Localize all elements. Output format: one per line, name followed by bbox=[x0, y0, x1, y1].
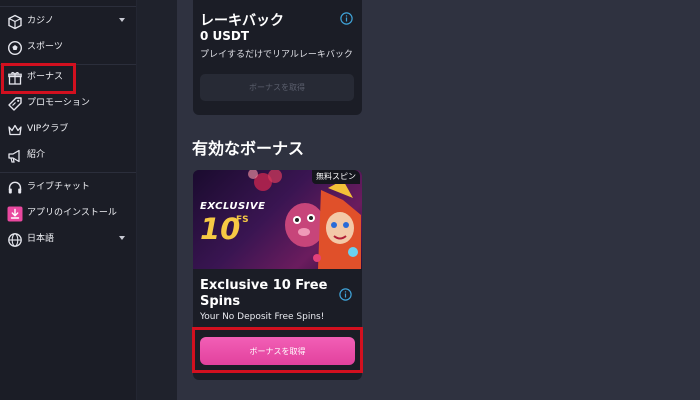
scroll-gutter bbox=[137, 0, 177, 400]
banner-exclusive-text: EXCLUSIVE bbox=[200, 201, 266, 212]
megaphone-icon bbox=[7, 148, 23, 164]
info-icon[interactable] bbox=[339, 288, 352, 301]
tag-icon bbox=[7, 96, 23, 112]
soccer-ball-icon bbox=[7, 40, 23, 56]
sidebar-item-label: アプリのインストール bbox=[27, 208, 117, 218]
download-icon bbox=[7, 206, 23, 222]
casino-icon bbox=[7, 14, 23, 30]
claim-highlight-box bbox=[192, 327, 363, 373]
crown-icon bbox=[7, 122, 23, 138]
sidebar-item-install-app[interactable]: アプリのインストール bbox=[0, 202, 136, 226]
rakeback-title: レーキバック bbox=[200, 13, 284, 29]
sidebar-item-label: プロモーション bbox=[27, 98, 90, 108]
sidebar-divider bbox=[0, 172, 136, 173]
bonus-title: Exclusive 10 Free Spins bbox=[200, 278, 328, 309]
chevron-down-icon bbox=[119, 236, 125, 240]
sidebar-item-promotion[interactable]: プロモーション bbox=[0, 92, 136, 116]
sidebar-item-casino[interactable]: カジノ bbox=[0, 10, 136, 34]
sidebar-item-label: カジノ bbox=[27, 16, 54, 26]
info-icon[interactable] bbox=[340, 12, 353, 25]
sidebar-item-label: スポーツ bbox=[27, 42, 63, 52]
sidebar-item-label: 紹介 bbox=[27, 150, 46, 160]
banner-number: 10 bbox=[200, 212, 241, 246]
sidebar-item-referral[interactable]: 紹介 bbox=[0, 144, 136, 168]
sidebar-item-language[interactable]: 日本語 bbox=[0, 228, 136, 252]
sidebar-item-sports[interactable]: スポーツ bbox=[0, 36, 136, 60]
rakeback-subtitle: プレイするだけでリアルレーキバック bbox=[200, 50, 353, 60]
banner-unit: FS bbox=[236, 215, 249, 225]
sidebar-divider bbox=[0, 6, 136, 7]
free-spins-badge: 無料スピン bbox=[312, 170, 360, 184]
chevron-down-icon bbox=[119, 18, 125, 22]
globe-icon bbox=[7, 232, 23, 248]
sidebar: カジノ スポーツ ボーナス プロモーション VIPクラブ 紹介 ライブチャット … bbox=[0, 0, 137, 400]
sidebar-item-label: VIPクラブ bbox=[27, 124, 69, 134]
bonus-highlight-box bbox=[1, 63, 76, 94]
sidebar-item-vip-club[interactable]: VIPクラブ bbox=[0, 118, 136, 142]
section-title: 有効なボーナス bbox=[192, 139, 305, 158]
sidebar-item-label: 日本語 bbox=[27, 234, 55, 244]
rakeback-claim-button[interactable]: ボーナスを取得 bbox=[200, 74, 354, 101]
bonus-subtitle: Your No Deposit Free Spins! bbox=[200, 312, 325, 322]
headset-icon bbox=[7, 180, 23, 196]
rakeback-amount: 0 USDT bbox=[200, 29, 250, 43]
sidebar-item-live-chat[interactable]: ライブチャット bbox=[0, 176, 136, 200]
sidebar-item-label: ライブチャット bbox=[27, 182, 90, 192]
